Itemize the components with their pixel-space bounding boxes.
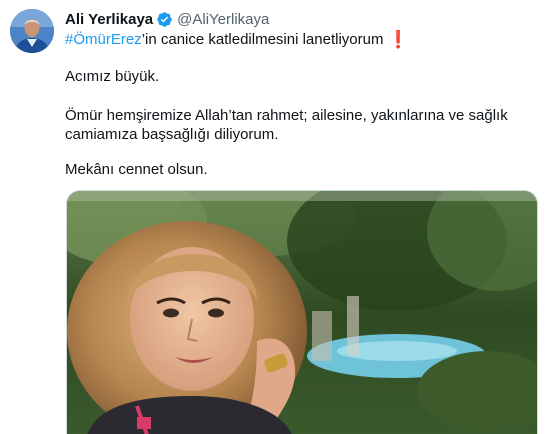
hashtag-link[interactable]: #ÖmürErez <box>65 30 142 50</box>
user-handle[interactable]: @AliYerlikaya <box>177 11 269 28</box>
tweet: Ali Yerlikaya @AliYerlikaya #ÖmürErez ’i… <box>0 0 550 434</box>
exclamation-emoji-icon: ❗ <box>387 30 409 49</box>
avatar-photo <box>10 9 54 53</box>
tweet-text-continuation: ’in canice katledilmesini lanetliyorum <box>141 31 384 48</box>
verified-badge-icon <box>156 11 173 28</box>
avatar[interactable] <box>10 9 54 53</box>
tweet-paragraph-3: Mekânı cennet olsun. <box>65 161 208 178</box>
tweet-paragraph-2-line-2: camiamıza başsağlığı diliyorum. <box>65 126 279 143</box>
tweet-header: Ali Yerlikaya @AliYerlikaya <box>65 10 269 28</box>
photo-illustration <box>67 191 537 434</box>
tweet-text-line-1: #ÖmürErez ’in canice katledilmesini lane… <box>65 30 409 50</box>
display-name[interactable]: Ali Yerlikaya <box>65 11 153 28</box>
tweet-paragraph-1: Acımız büyük. <box>65 68 160 85</box>
tweet-paragraph-2-line-1: Ömür hemşiremize Allah’tan rahmet; ailes… <box>65 107 508 124</box>
tweet-photo[interactable] <box>66 190 538 434</box>
